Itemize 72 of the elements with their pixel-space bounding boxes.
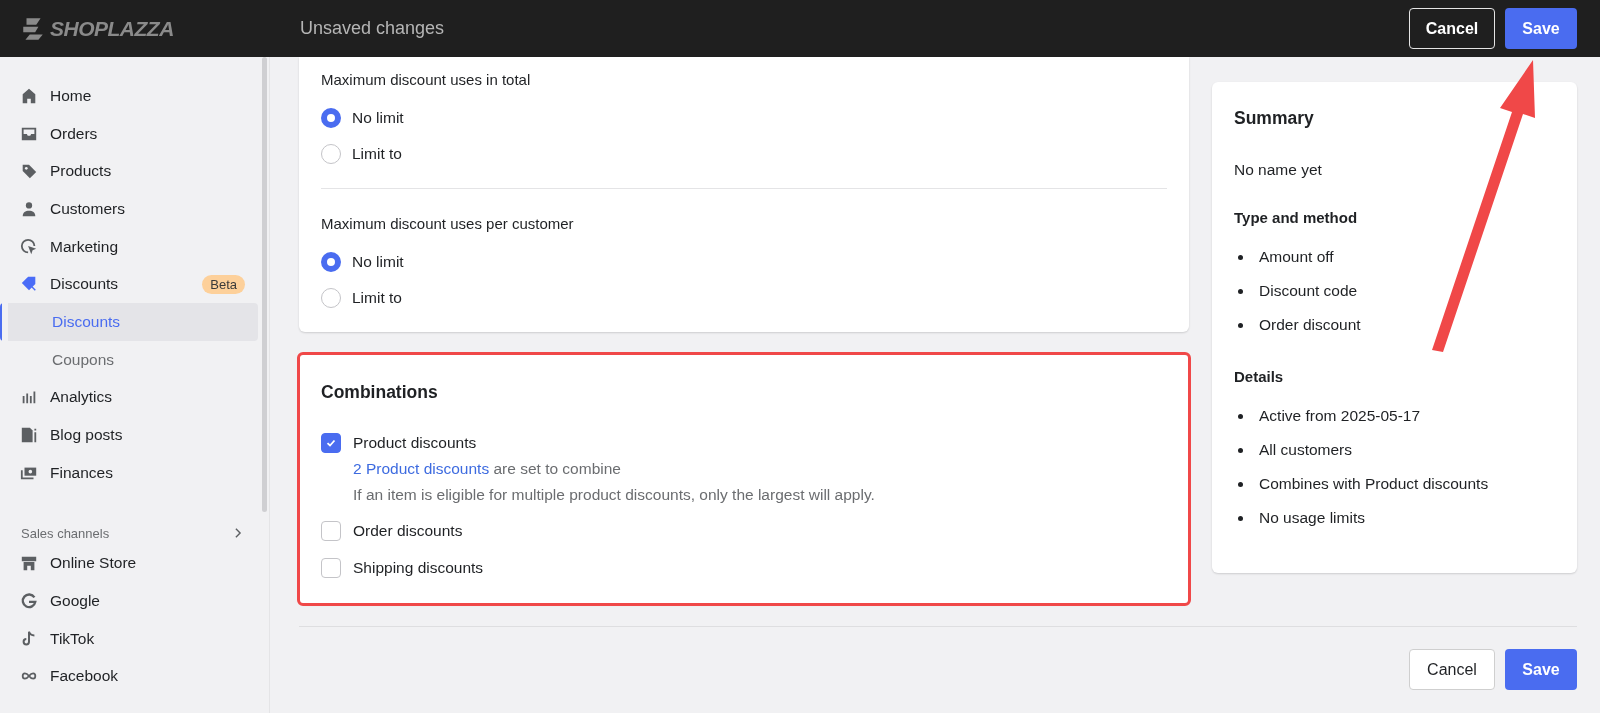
field-label: Maximum discount uses per customer [321,215,575,232]
checkmark-icon [325,437,337,449]
option-label: Limit to [352,145,402,163]
bullet-icon [1238,413,1243,419]
checkbox[interactable] [321,433,341,453]
nav-item[interactable]: Orders [0,114,257,153]
radio-button[interactable] [321,288,341,308]
nav-subitem[interactable]: Coupons [0,340,258,379]
link[interactable]: 2 Product discounts [353,460,490,477]
bullet-icon [1238,481,1243,487]
nav-item[interactable]: Blog posts [0,416,257,454]
summary-text: No name yet [1234,161,1323,179]
cursor-target-icon [20,237,38,256]
summary-item: All customers [1259,441,1353,459]
nav-item[interactable]: Facebook [0,657,257,696]
option-label: No limit [352,109,404,127]
cancel-button[interactable]: Cancel [1409,8,1495,49]
section-heading: Type and method [1234,209,1359,226]
home-icon [20,86,38,105]
bullet-icon [1238,288,1243,294]
save-button[interactable]: Save [1505,8,1577,49]
nav-item[interactable]: Finances [0,453,257,492]
cancel-button[interactable]: Cancel [1409,649,1495,690]
nav-item[interactable]: TikTok [0,619,257,658]
nav-item[interactable]: Customers [0,190,257,228]
beta-badge: Beta [202,274,245,294]
radio-button[interactable] [321,108,341,128]
nav-item[interactable]: Products [0,152,257,191]
section-heading: Sales channels [21,525,110,541]
summary-item: Active from 2025-05-17 [1259,407,1421,425]
summary-item: Discount code [1259,282,1358,300]
radio-button[interactable] [321,252,341,272]
option-label: Order discounts [353,522,463,540]
page-status: Unsaved changes [300,18,446,39]
summary-item: Order discount [1259,316,1361,334]
nav-item[interactable]: Marketing [0,227,257,266]
option-label: No limit [352,253,404,271]
combine-note: 2 Product discounts are set to combine [353,460,622,478]
checkbox[interactable] [321,521,341,541]
bullet-icon [1238,254,1243,260]
nav-item[interactable]: Analytics [0,378,257,417]
checkbox[interactable] [321,558,341,578]
nav-subitem[interactable]: Discounts [0,303,258,341]
blog-icon [20,426,38,445]
bullet-icon [1238,322,1243,328]
nav-item[interactable]: Online Store [0,544,257,583]
store-icon [20,554,38,573]
option-label: Product discounts [353,434,478,452]
field-label: Maximum discount uses in total [321,71,532,88]
logo-icon [20,15,46,42]
bullet-icon [1238,515,1243,521]
save-button[interactable]: Save [1505,649,1577,690]
bullet-icon [1238,447,1243,453]
tag-icon [20,162,38,181]
nav-item[interactable]: Discounts Beta [0,265,257,304]
card-title: Summary [1234,108,1315,129]
radio-button[interactable] [321,144,341,164]
card-title: Combinations [321,382,439,403]
option-label: Limit to [352,289,402,307]
person-icon [20,199,38,218]
option-label: Shipping discounts [353,559,484,577]
nav-item[interactable]: Google [0,582,257,620]
scrollbar[interactable] [262,57,267,512]
section-heading: Details [1234,368,1285,385]
help-text: If an item is eligible for multiple product discounts, only the largest will apply. [353,486,875,504]
summary-item: Combines with Product discounts [1259,475,1489,493]
g-icon [20,592,38,611]
summary-item: No usage limits [1259,509,1365,527]
summary-item: Amount off [1259,248,1334,266]
nav-item[interactable]: Home [0,77,257,115]
discount-tag-icon [20,275,38,294]
logo-text: SHOPLAZZA [50,16,174,41]
